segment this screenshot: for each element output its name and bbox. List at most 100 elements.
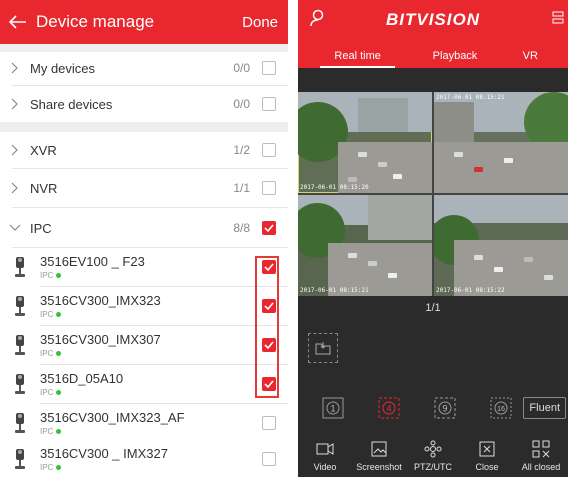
split-1-label: 1 [330, 404, 335, 414]
device-row[interactable]: 3516CV300_IMX323 IPC [0, 287, 288, 325]
all-closed-label: All closed [521, 462, 561, 472]
camera-view-4[interactable]: 2017-06-01 08:15:22 [434, 195, 568, 296]
device-name: 3516CV300_IMX307 [40, 332, 161, 347]
device-row[interactable]: 3516CV300_IMX307 IPC [0, 326, 288, 364]
video-label: Video [313, 462, 337, 472]
device-name: 3516CV300 _ IMX327 [40, 446, 168, 461]
chevron-right-icon [11, 144, 18, 156]
group-checkbox[interactable] [262, 97, 276, 111]
ptz-label: PTZ/UTC [414, 462, 452, 472]
split-16-button[interactable]: 16 [488, 395, 514, 421]
folder-icon [315, 342, 331, 355]
device-name: 3516D_05A10 [40, 371, 124, 386]
menu-icon [552, 11, 564, 24]
bullet-camera-icon [15, 257, 25, 277]
row-divider [12, 168, 288, 169]
camera-timestamp: 2017-06-01 08:15:21 [436, 94, 505, 101]
page-title: Device manage [36, 12, 155, 31]
group-row-my-devices[interactable]: My devices 0/0 [0, 52, 288, 84]
close-button[interactable]: Close [460, 436, 514, 477]
bullet-camera-icon [15, 296, 25, 316]
chevron-right-icon [11, 98, 18, 110]
device-type: IPC [40, 463, 54, 472]
group-checkbox[interactable] [262, 61, 276, 75]
camera-timestamp: 2017-06-01 08:15:22 [436, 287, 505, 294]
group-count: 1/2 [233, 143, 250, 157]
camera-timestamp: 2017-06-01 08:15:20 [300, 184, 369, 191]
close-icon [479, 441, 495, 457]
device-row[interactable]: 3516CV300 _ IMX327 IPC [0, 440, 288, 477]
group-checkbox[interactable] [262, 181, 276, 195]
row-divider [12, 207, 288, 208]
camera-view-3[interactable]: 2017-06-01 08:15:21 [298, 195, 432, 296]
screenshot-icon [371, 441, 387, 457]
device-type: IPC [40, 427, 54, 436]
device-manage-header: Device manage Done [0, 0, 288, 44]
device-manage-screen: Device manage Done My devices 0/0 Share … [0, 0, 288, 477]
bullet-camera-icon [15, 413, 25, 433]
close-label: Close [475, 462, 499, 472]
tab-vr[interactable]: VR [493, 48, 568, 68]
group-count: 8/8 [233, 221, 250, 235]
device-type: IPC [40, 349, 54, 358]
menu-button[interactable] [552, 11, 564, 30]
device-type: IPC [40, 388, 54, 397]
done-button[interactable]: Done [242, 14, 288, 31]
device-row[interactable]: 3516EV100 _ F23 IPC [0, 248, 288, 286]
add-view-button[interactable] [308, 333, 338, 363]
device-checkbox[interactable] [262, 416, 276, 430]
live-view-screen: BITVISION Real time Playback VR 2017-06-… [298, 0, 568, 477]
split-1-button[interactable]: 1 [320, 395, 346, 421]
device-row[interactable]: 3516D_05A10 IPC [0, 365, 288, 403]
device-name: 3516EV100 _ F23 [40, 254, 145, 269]
all-close-icon [532, 440, 550, 458]
device-type: IPC [40, 310, 54, 319]
device-name: 3516CV300_IMX323_AF [40, 410, 185, 425]
group-checkbox[interactable] [262, 143, 276, 157]
group-label: Share devices [30, 96, 113, 112]
split-4-label: 4 [386, 404, 391, 414]
ptz-button[interactable]: PTZ/UTC [406, 436, 460, 477]
screenshot-button[interactable]: Screenshot [352, 436, 406, 477]
split-4-icon: 4 [378, 397, 400, 419]
group-count: 1/1 [233, 181, 250, 195]
back-arrow-icon [9, 15, 26, 29]
all-closed-button[interactable]: All closed [514, 436, 568, 477]
group-checkbox[interactable] [262, 221, 276, 235]
camera-view-1[interactable]: 2017-06-01 08:15:20 [298, 92, 432, 193]
split-4-button[interactable]: 4 [376, 395, 402, 421]
group-row-xvr[interactable]: XVR 1/2 [0, 134, 288, 166]
device-checkbox[interactable] [262, 452, 276, 466]
ptz-control-icon [424, 440, 442, 458]
section-divider [0, 44, 288, 52]
chevron-down-icon [9, 224, 21, 231]
group-row-ipc[interactable]: IPC 8/8 [0, 211, 288, 245]
video-button[interactable]: Video [298, 436, 352, 477]
split-9-icon: 9 [434, 397, 456, 419]
group-row-nvr[interactable]: NVR 1/1 [0, 172, 288, 204]
split-screen-bar: 1 4 9 16 Fluent [298, 395, 568, 425]
split-1-icon: 1 [322, 397, 344, 419]
camera-timestamp: 2017-06-01 08:15:21 [300, 287, 369, 294]
split-16-label: 16 [497, 406, 505, 413]
group-label: My devices [30, 60, 96, 76]
bullet-camera-icon [15, 449, 25, 469]
device-row[interactable]: 3516CV300_IMX323_AF IPC [0, 404, 288, 442]
back-button[interactable] [0, 0, 36, 44]
tab-real-time[interactable]: Real time [320, 48, 396, 68]
group-count: 0/0 [233, 61, 250, 75]
page-indicator: 1/1 [425, 302, 441, 314]
live-view-header: BITVISION Real time Playback VR [298, 0, 568, 68]
group-label: XVR [30, 142, 57, 158]
split-16-icon: 16 [490, 397, 512, 419]
group-count: 0/0 [233, 97, 250, 111]
group-row-share-devices[interactable]: Share devices 0/0 [0, 88, 288, 120]
camera-view-2[interactable]: 2017-06-01 08:15:21 [434, 92, 568, 193]
device-type: IPC [40, 271, 54, 280]
row-divider [12, 85, 288, 86]
stream-quality-button[interactable]: Fluent [523, 397, 566, 419]
split-9-button[interactable]: 9 [432, 395, 458, 421]
bullet-camera-icon [15, 374, 25, 394]
online-status-dot [56, 390, 62, 395]
tab-playback[interactable]: Playback [417, 48, 492, 68]
